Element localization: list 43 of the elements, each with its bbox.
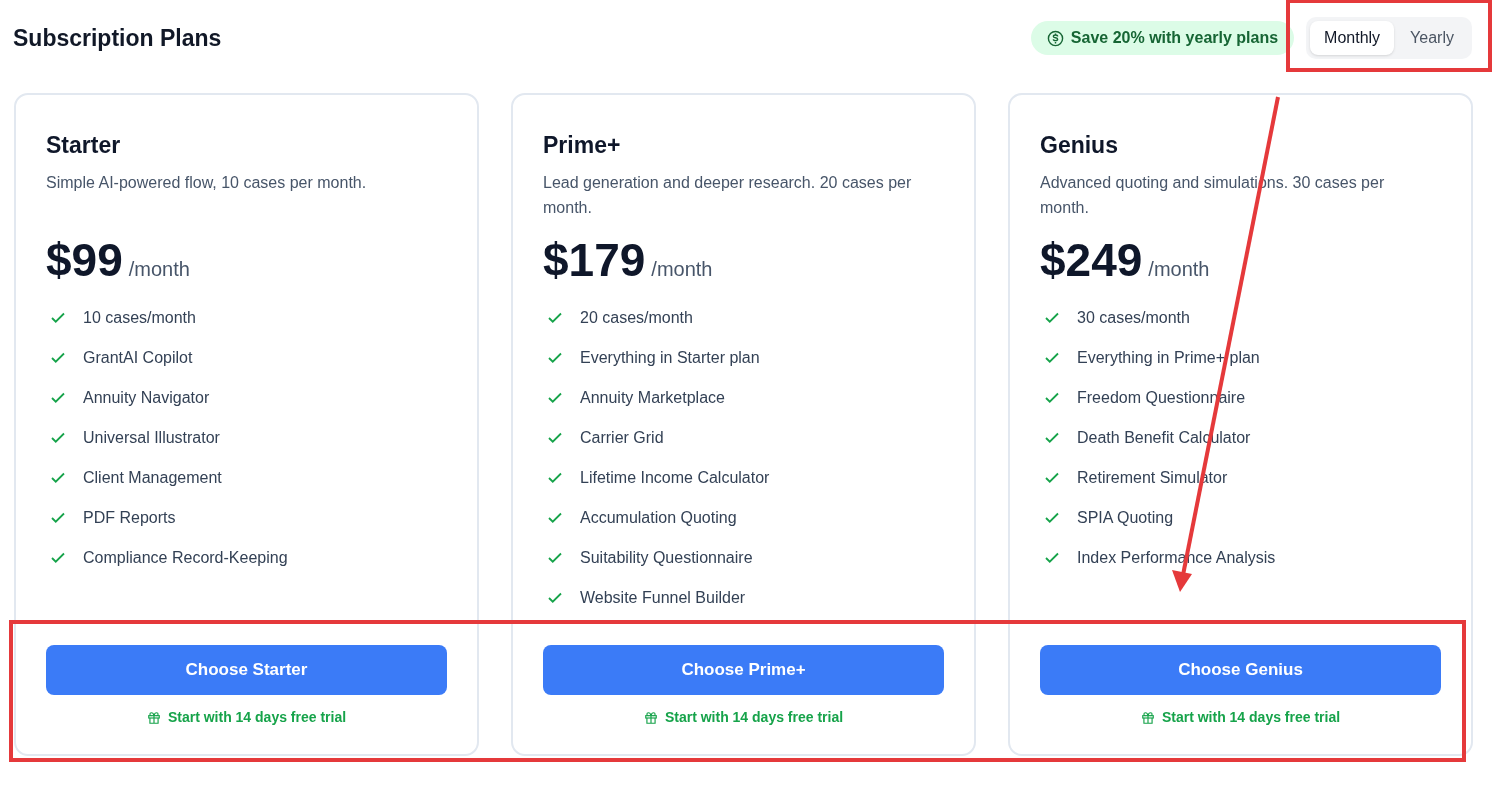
feature-text: Annuity Marketplace — [580, 388, 725, 408]
plan-price: $249 — [1040, 233, 1143, 288]
feature-text: Client Management — [83, 468, 222, 488]
feature-text: PDF Reports — [83, 508, 176, 528]
free-trial-link[interactable]: Start with 14 days free trial — [1140, 707, 1341, 728]
feature-text: Accumulation Quoting — [580, 508, 737, 528]
price-period: /month — [651, 257, 713, 282]
gift-icon — [643, 710, 658, 725]
page-title: Subscription Plans — [13, 23, 222, 53]
price-period: /month — [128, 257, 190, 282]
feature-text: Everything in Starter plan — [580, 348, 760, 368]
plan-description: Lead generation and deeper research. 20 cases per month. — [543, 173, 913, 218]
feature-text: 10 cases/month — [83, 308, 196, 328]
dollar-icon — [1046, 29, 1064, 47]
plan-name: Genius — [1040, 131, 1119, 159]
feature-text: Universal Illustrator — [83, 428, 220, 448]
gift-icon — [1140, 710, 1155, 725]
feature-text: Everything in Prime+ plan — [1077, 348, 1260, 368]
plan-price: $99 — [46, 233, 123, 288]
billing-tab[interactable]: Monthly — [1310, 21, 1395, 55]
feature-text: 20 cases/month — [580, 308, 693, 328]
savings-badge: Save 20% with yearly plans — [1030, 21, 1295, 55]
feature-text: Carrier Grid — [580, 428, 664, 448]
plan-name: Prime+ — [543, 131, 622, 159]
free-trial-link[interactable]: Start with 14 days free trial — [643, 707, 844, 728]
gift-icon — [146, 710, 161, 725]
feature-text: Annuity Navigator — [83, 388, 210, 408]
feature-text: Website Funnel Builder — [580, 588, 746, 608]
plan-name: Starter — [46, 131, 122, 159]
billing-tab[interactable]: Yearly — [1396, 21, 1468, 55]
free-trial-link[interactable]: Start with 14 days free trial — [146, 707, 347, 728]
price-period: /month — [1148, 257, 1210, 282]
choose-plan-button[interactable]: Choose Genius — [1040, 645, 1441, 695]
feature-text: GrantAI Copilot — [83, 348, 193, 368]
choose-plan-button[interactable]: Choose Starter — [46, 645, 447, 695]
feature-text: Suitability Questionnaire — [580, 548, 753, 568]
plan-description: Simple AI-powered flow, 10 cases per month. — [46, 173, 368, 193]
feature-text: SPIA Quoting — [1077, 508, 1174, 528]
plan-price: $179 — [543, 233, 646, 288]
feature-text: Compliance Record-Keeping — [83, 548, 288, 568]
feature-text: Lifetime Income Calculator — [580, 468, 770, 488]
choose-plan-button[interactable]: Choose Prime+ — [543, 645, 944, 695]
feature-text: 30 cases/month — [1077, 308, 1190, 328]
